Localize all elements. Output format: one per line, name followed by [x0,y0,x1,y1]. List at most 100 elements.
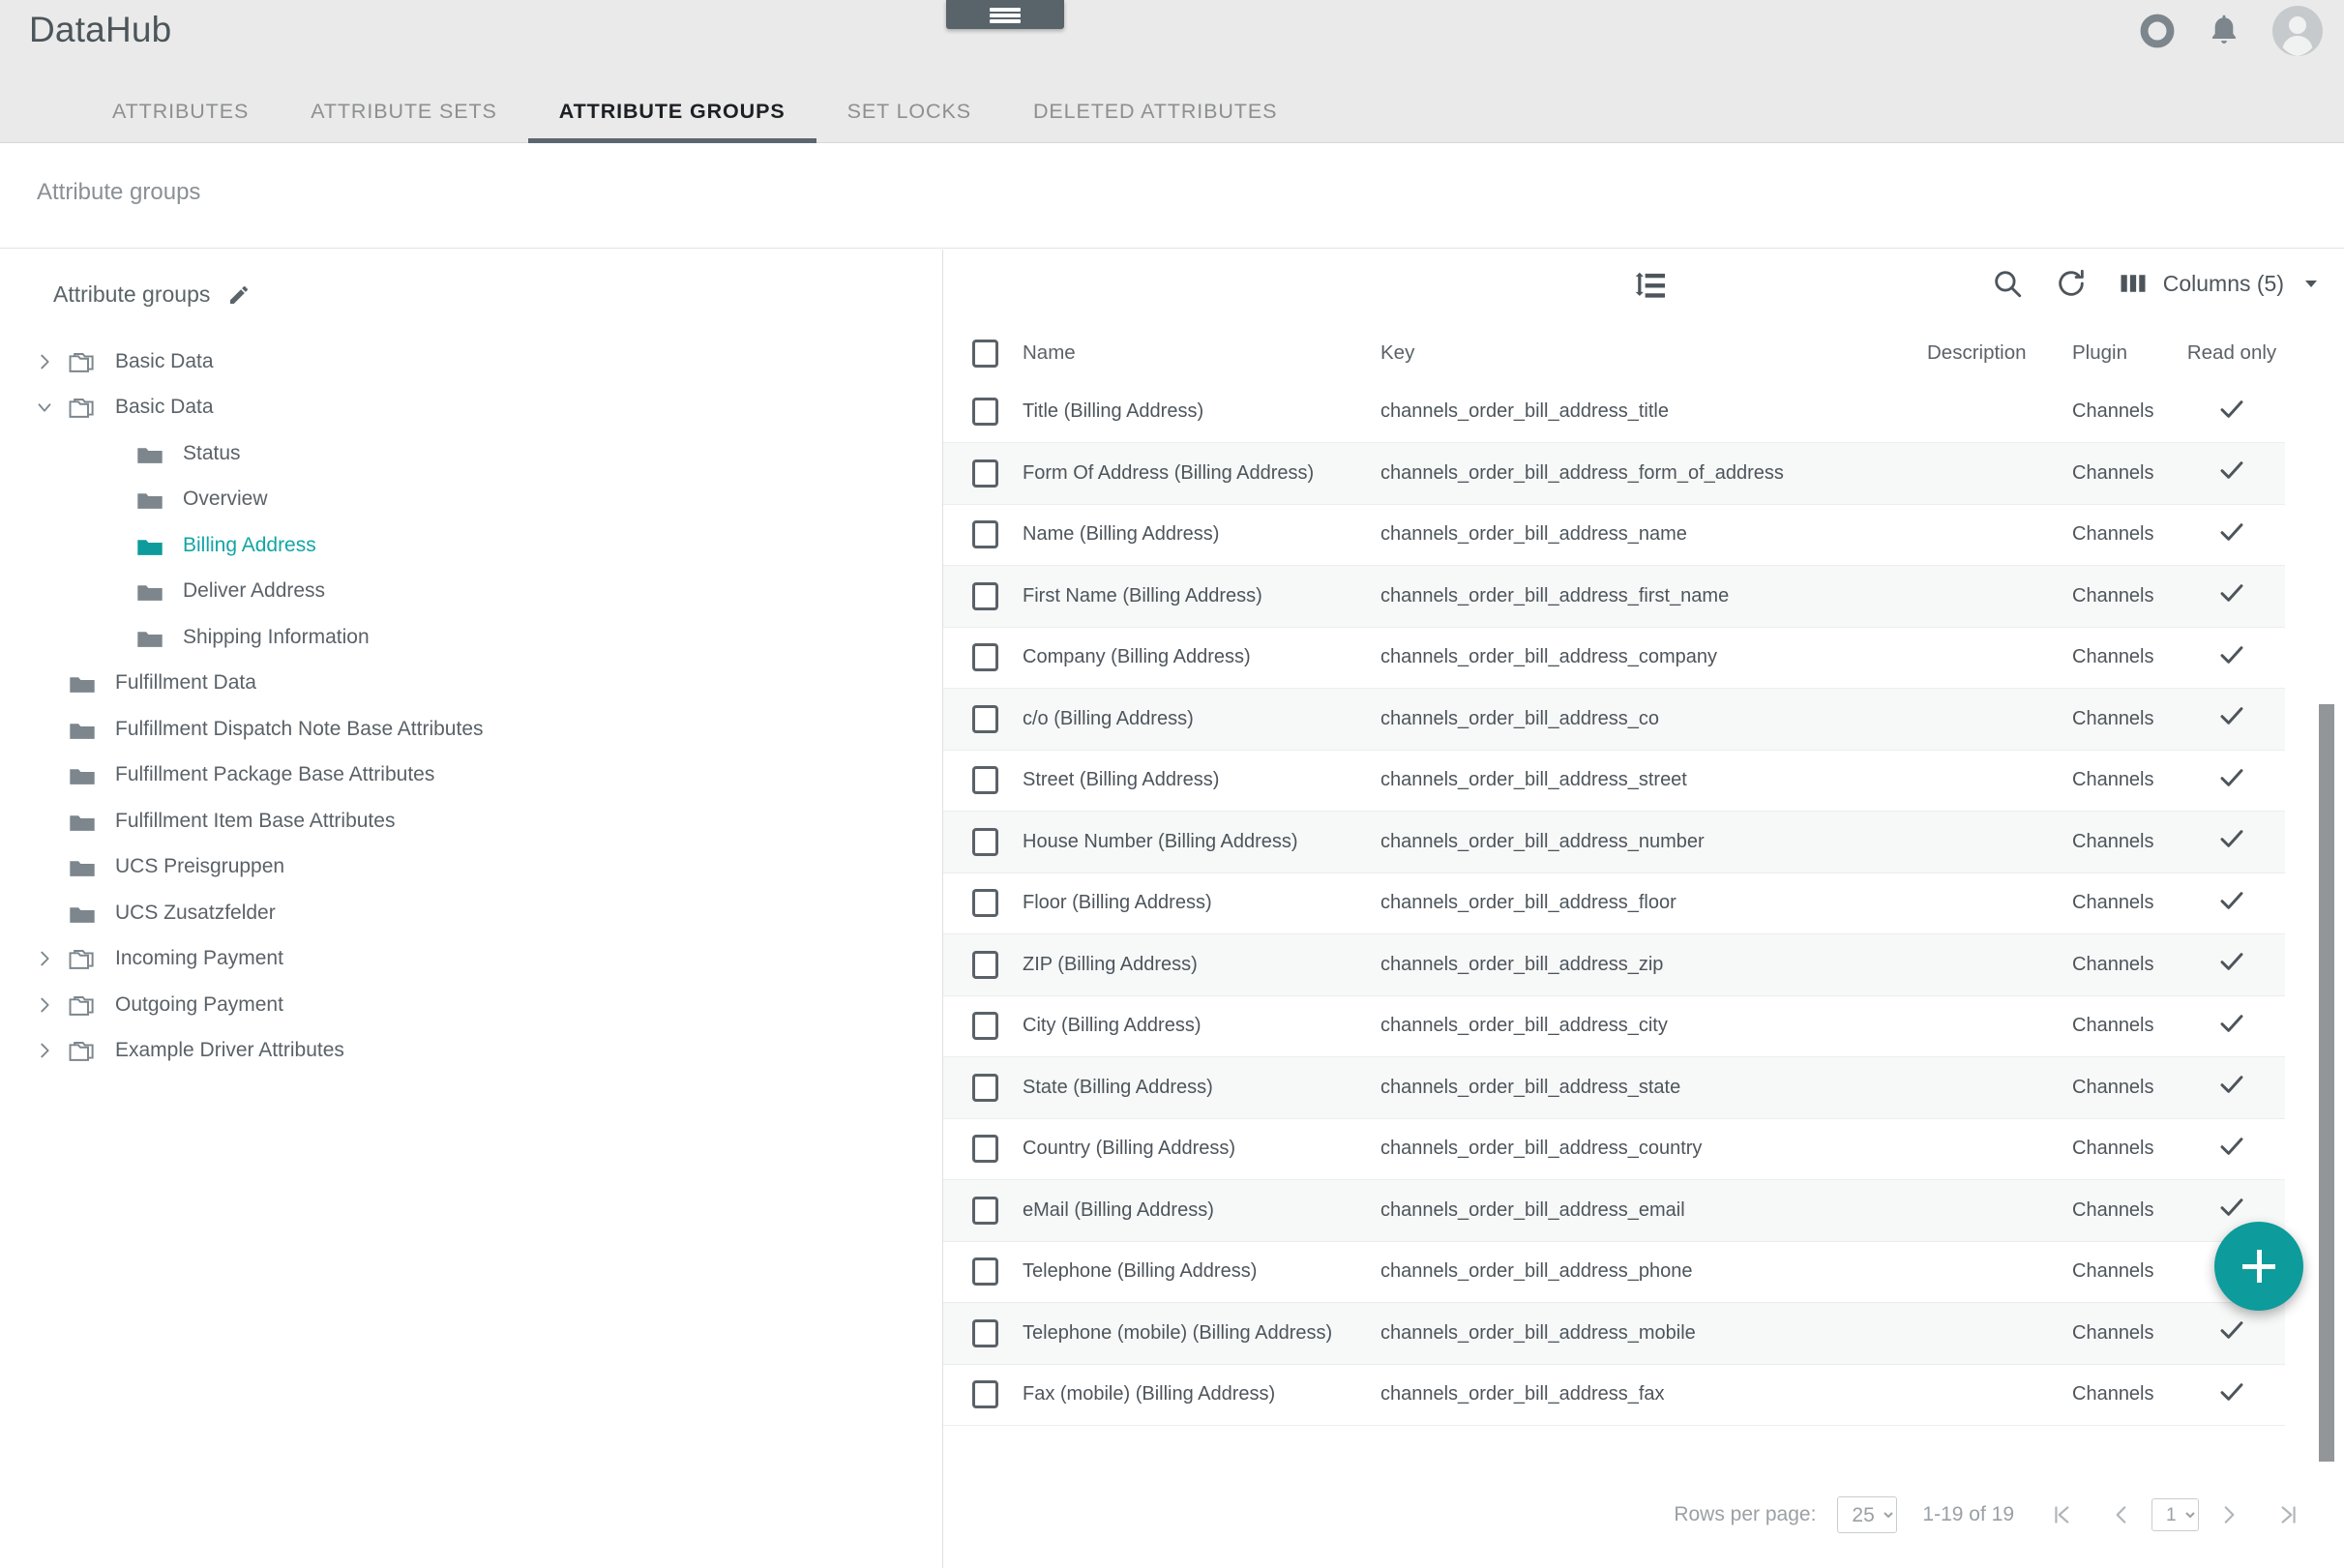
check-icon [2216,1131,2247,1162]
tree-item-label: Deliver Address [183,579,326,603]
tab-set-locks[interactable]: SET LOCKS [816,79,1002,143]
tree-item-basic-data[interactable]: Basic Data [0,385,942,431]
record-circle-icon[interactable] [2139,13,2176,49]
tree-item-shipping-information[interactable]: Shipping Information [0,614,942,661]
row-checkbox[interactable] [972,1012,998,1041]
tree-item-status[interactable]: Status [0,430,942,477]
check-icon [2216,517,2247,547]
row-checkbox[interactable] [972,643,998,672]
tree-item-ucs-preisgruppen[interactable]: UCS Preisgruppen [0,844,942,891]
row-checkbox[interactable] [972,581,998,610]
table-row[interactable]: City (Billing Address) channels_order_bil… [943,995,2285,1057]
row-checkbox[interactable] [972,1135,998,1164]
row-checkbox[interactable] [972,827,998,856]
cell-key: channels_order_bill_address_name [1380,504,1927,566]
row-checkbox[interactable] [972,1318,998,1347]
row-checkbox[interactable] [972,520,998,549]
row-checkbox[interactable] [972,766,998,795]
row-checkbox[interactable] [972,889,998,918]
table-row[interactable]: Telephone (Billing Address) channels_orde… [943,1241,2285,1303]
cell-key: channels_order_bill_address_fax [1380,1364,1927,1426]
tree-item-fulfillment-dispatch-note-base-attributes[interactable]: Fulfillment Dispatch Note Base Attribute… [0,706,942,753]
column-header-name[interactable]: Name [1023,325,1380,381]
check-icon [2216,885,2247,916]
table-row[interactable]: Form Of Address (Billing Address) channel… [943,442,2285,505]
row-checkbox[interactable] [972,459,998,488]
user-avatar-icon[interactable] [2272,6,2323,56]
table-row[interactable]: Fax (mobile) (Billing Address) channels_o… [943,1364,2285,1426]
cell-description [1927,381,2072,443]
tree-item-fulfillment-package-base-attributes[interactable]: Fulfillment Package Base Attributes [0,753,942,799]
chevron-down-icon[interactable] [33,396,56,419]
row-checkbox[interactable] [972,704,998,733]
row-checkbox[interactable] [972,1380,998,1409]
tab-attribute-sets[interactable]: ATTRIBUTE SETS [280,79,528,143]
tab-deleted-attributes[interactable]: DELETED ATTRIBUTES [1002,79,1308,143]
table-row[interactable]: First Name (Billing Address) channels_ord… [943,565,2285,628]
add-attribute-fab[interactable] [2214,1222,2303,1311]
column-header-key[interactable]: Key [1380,325,1927,381]
column-header-plugin[interactable]: Plugin [2072,325,2179,381]
cell-plugin: Channels [2072,811,2179,873]
table-row[interactable]: c/o (Billing Address) channels_order_bill… [943,688,2285,751]
tree-item-ucs-zusatzfelder[interactable]: UCS Zusatzfelder [0,890,942,936]
previous-page-icon[interactable] [2099,1493,2144,1537]
row-select-cell [943,381,1023,443]
tree-item-deliver-address[interactable]: Deliver Address [0,569,942,615]
table-row[interactable]: eMail (Billing Address) channels_order_bi… [943,1179,2285,1242]
first-page-icon[interactable] [2041,1493,2086,1537]
pencil-edit-icon[interactable] [227,283,251,307]
reorder-list-icon[interactable] [1632,271,1667,307]
row-checkbox[interactable] [972,1196,998,1225]
vertical-scrollbar[interactable] [2319,704,2334,1568]
last-page-icon[interactable] [2265,1493,2309,1537]
tree-item-billing-address[interactable]: Billing Address [0,522,942,569]
table-row[interactable]: Floor (Billing Address) channels_order_bi… [943,873,2285,934]
table-row[interactable]: ZIP (Billing Address) channels_order_bill… [943,933,2285,996]
folder-icon [135,488,164,511]
column-header-description[interactable]: Description [1927,325,2072,381]
notifications-bell-icon[interactable] [2205,12,2243,50]
tab-attribute-groups[interactable]: ATTRIBUTE GROUPS [527,79,816,143]
table-header-row: Name Key Description Plugin Read only [943,325,2285,381]
cell-description [1927,1241,2072,1303]
chevron-right-icon[interactable] [33,1039,56,1062]
table-row[interactable]: Name (Billing Address) channels_order_bil… [943,504,2285,566]
tab-attributes[interactable]: ATTRIBUTES [81,79,280,143]
table-row[interactable]: State (Billing Address) channels_order_bi… [943,1056,2285,1119]
pagination-range-label: 1-19 of 19 [1922,1503,2014,1525]
rows-per-page-select[interactable]: 25 [1837,1496,1898,1533]
tree-item-overview[interactable]: Overview [0,477,942,523]
tree-item-basic-data[interactable]: Basic Data [0,339,942,385]
tree-item-fulfillment-data[interactable]: Fulfillment Data [0,661,942,707]
columns-button[interactable]: Columns (5) [2119,269,2323,298]
search-icon[interactable] [1991,267,2024,300]
tree-item-incoming-payment[interactable]: Incoming Payment [0,936,942,983]
table-row[interactable]: Telephone (mobile) (Billing Address) chan… [943,1302,2285,1365]
next-page-icon[interactable] [2207,1493,2251,1537]
row-checkbox[interactable] [972,950,998,979]
column-header-read-only[interactable]: Read only [2179,325,2285,381]
tree-header: Attribute groups [53,281,251,308]
refresh-icon[interactable] [2055,267,2088,300]
table-row[interactable]: Street (Billing Address) channels_order_b… [943,750,2285,812]
table-row[interactable]: Company (Billing Address) channels_order_… [943,627,2285,689]
tree-item-outgoing-payment[interactable]: Outgoing Payment [0,982,942,1028]
tree-item-fulfillment-item-base-attributes[interactable]: Fulfillment Item Base Attributes [0,798,942,844]
table-row[interactable]: Title (Billing Address) channels_order_bi… [943,381,2285,443]
cell-key: channels_order_bill_address_first_name [1380,565,1927,628]
hamburger-menu-icon[interactable] [946,0,1064,29]
chevron-right-icon[interactable] [33,993,56,1017]
select-all-checkbox[interactable] [972,339,998,368]
row-checkbox[interactable] [972,1073,998,1102]
page-number-select[interactable]: 1 [2151,1498,2199,1531]
row-checkbox[interactable] [972,398,998,426]
chevron-right-icon[interactable] [33,350,56,373]
table-row[interactable]: Country (Billing Address) channels_order_… [943,1118,2285,1180]
tree-item-example-driver-attributes[interactable]: Example Driver Attributes [0,1028,942,1075]
tree-item-label: Fulfillment Package Base Attributes [115,763,435,786]
table-row[interactable]: House Number (Billing Address) channels_o… [943,811,2285,873]
cell-read-only [2179,873,2285,934]
row-checkbox[interactable] [972,1257,998,1287]
chevron-right-icon[interactable] [33,947,56,970]
